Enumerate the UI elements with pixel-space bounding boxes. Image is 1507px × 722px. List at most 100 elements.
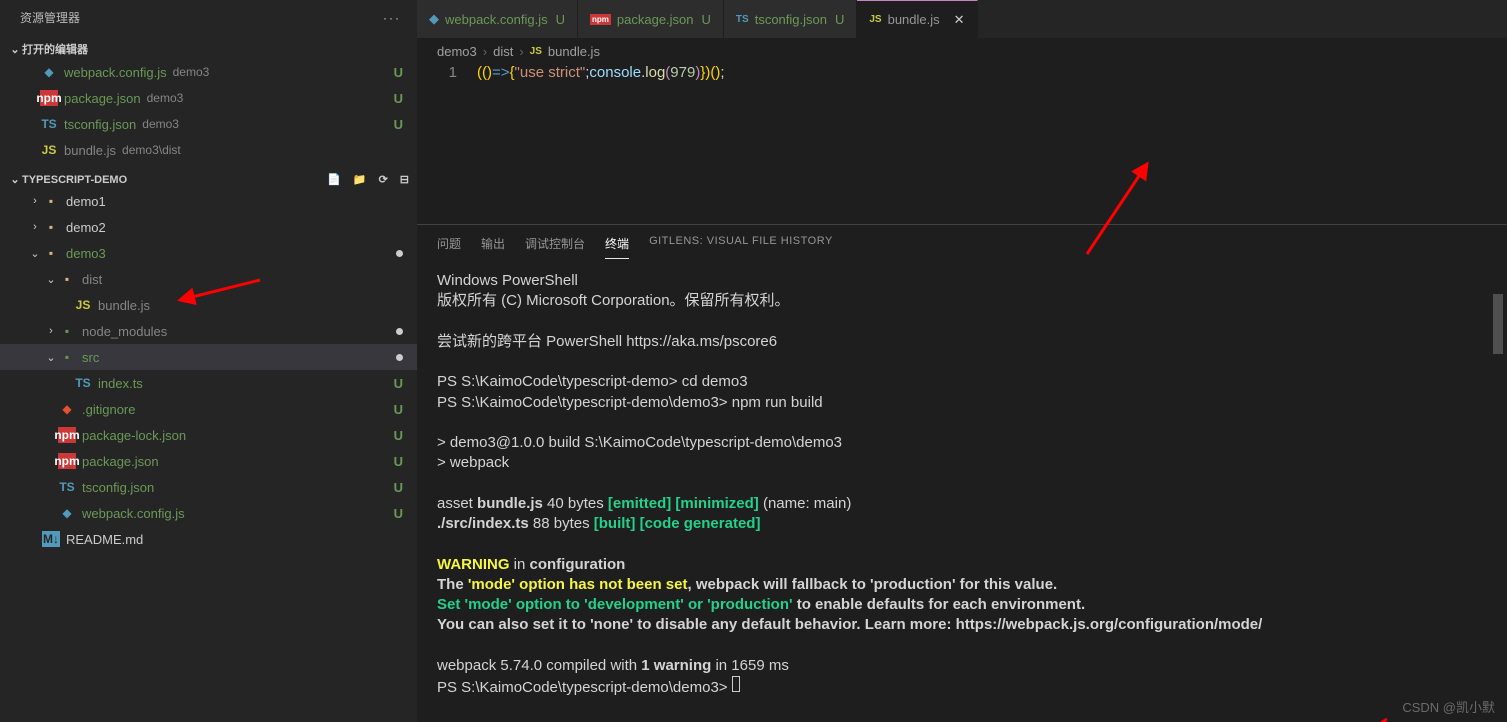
- code-content: (()=>{"use strict";console.log(979)})();: [477, 64, 725, 224]
- terminal-line: ./src/index.ts 88 bytes [built] [code ge…: [437, 514, 1487, 534]
- open-editor-item[interactable]: ◆ webpack.config.js demo3 U: [0, 59, 417, 85]
- terminal-line: Windows PowerShell: [437, 271, 1487, 291]
- modified-dot: [396, 354, 403, 361]
- open-editors-label: 打开的编辑器: [22, 41, 88, 57]
- tree-item[interactable]: ◆ webpack.config.js U: [0, 500, 417, 526]
- file-name: tsconfig.json: [82, 480, 154, 495]
- folder-icon: ▪: [42, 194, 60, 208]
- new-file-icon[interactable]: 📄: [327, 173, 341, 186]
- git-status-badge: U: [394, 454, 403, 469]
- js-icon: JS: [40, 143, 58, 157]
- tree-item[interactable]: M↓ README.md: [0, 526, 417, 552]
- panel-tab[interactable]: 调试控制台: [525, 235, 585, 259]
- git-icon: ◆: [58, 402, 76, 416]
- breadcrumb-item[interactable]: bundle.js: [548, 44, 600, 59]
- file-name: src: [82, 350, 99, 365]
- terminal-line: WARNING in configuration: [437, 555, 1487, 575]
- tree-item[interactable]: › ▪ node_modules: [0, 318, 417, 344]
- tree-item[interactable]: TS index.ts U: [0, 370, 417, 396]
- terminal-line: The 'mode' option has not been set, webp…: [437, 575, 1487, 595]
- tree-item[interactable]: › ▪ demo1: [0, 188, 417, 214]
- editor-tab[interactable]: JS bundle.js ✕: [857, 0, 977, 38]
- tab-label: webpack.config.js: [445, 12, 548, 27]
- tree-item[interactable]: › ▪ demo2: [0, 214, 417, 240]
- chevron-icon: ⌄: [44, 351, 58, 364]
- ts-icon: TS: [736, 14, 749, 25]
- tab-label: bundle.js: [888, 12, 940, 27]
- refresh-icon[interactable]: ⟳: [379, 173, 388, 186]
- panel-tab-gitlens[interactable]: GITLENS: VISUAL FILE HISTORY: [649, 235, 833, 259]
- js-icon: JS: [530, 46, 542, 57]
- panel-tab[interactable]: 问题: [437, 235, 461, 259]
- folder-green-icon: ▪: [58, 350, 76, 364]
- panel-tab[interactable]: 输出: [481, 235, 505, 259]
- more-icon[interactable]: ···: [383, 11, 401, 25]
- editor-tab[interactable]: npm package.json U: [578, 0, 724, 38]
- file-name: webpack.config.js: [64, 65, 167, 80]
- bottom-panel: 问题输出调试控制台终端GITLENS: VISUAL FILE HISTORY …: [417, 224, 1507, 722]
- file-name: .gitignore: [82, 402, 135, 417]
- close-icon[interactable]: ✕: [954, 12, 965, 28]
- breadcrumb[interactable]: demo3 › dist › JS bundle.js: [417, 38, 1507, 64]
- new-folder-icon[interactable]: 📁: [353, 173, 367, 186]
- chevron-down-icon: ⌄: [8, 173, 22, 186]
- panel-tab[interactable]: 终端: [605, 235, 629, 259]
- folder-open-icon: ▪: [42, 246, 60, 260]
- breadcrumb-item[interactable]: dist: [493, 44, 513, 59]
- tree-item[interactable]: ⌄ ▪ demo3: [0, 240, 417, 266]
- file-path: demo3\dist: [122, 143, 181, 157]
- chevron-icon: ›: [44, 325, 58, 337]
- terminal-line: asset bundle.js 40 bytes [emitted] [mini…: [437, 494, 1487, 514]
- npm-icon: npm: [590, 14, 611, 25]
- git-status-badge: U: [394, 376, 403, 391]
- terminal-cursor: [732, 676, 740, 692]
- file-name: package.json: [82, 454, 159, 469]
- tree-item[interactable]: npm package-lock.json U: [0, 422, 417, 448]
- open-editor-item[interactable]: ✕ JS bundle.js demo3\dist: [0, 137, 417, 163]
- file-name: demo2: [66, 220, 106, 235]
- breadcrumb-item[interactable]: demo3: [437, 44, 477, 59]
- open-editors-header[interactable]: ⌄ 打开的编辑器: [0, 39, 417, 59]
- git-status-badge: U: [394, 91, 403, 106]
- open-editor-item[interactable]: TS tsconfig.json demo3 U: [0, 111, 417, 137]
- sidebar-title: 资源管理器: [20, 9, 80, 26]
- git-status-badge: U: [394, 117, 403, 132]
- terminal[interactable]: Windows PowerShell 版权所有 (C) Microsoft Co…: [417, 259, 1507, 722]
- file-name: package-lock.json: [82, 428, 186, 443]
- editor-tab[interactable]: ◆ webpack.config.js U: [417, 0, 578, 38]
- chevron-icon: ›: [28, 221, 42, 233]
- terminal-line: 版权所有 (C) Microsoft Corporation。保留所有权利。: [437, 291, 1487, 311]
- annotation-arrow: [1317, 709, 1397, 722]
- sidebar-header: 资源管理器 ···: [0, 0, 417, 35]
- tree-item[interactable]: ◆ .gitignore U: [0, 396, 417, 422]
- tree-item[interactable]: ⌄ ▪ dist: [0, 266, 417, 292]
- collapse-icon[interactable]: ⊟: [400, 173, 409, 186]
- file-name: tsconfig.json: [64, 117, 136, 132]
- chevron-down-icon: ⌄: [8, 43, 22, 56]
- file-path: demo3: [142, 117, 179, 131]
- npm-icon: npm: [58, 427, 76, 443]
- git-status-badge: U: [394, 480, 403, 495]
- project-actions: 📄 📁 ⟳ ⊟: [327, 173, 409, 186]
- file-name: package.json: [64, 91, 141, 106]
- tree-item[interactable]: JS bundle.js: [0, 292, 417, 318]
- watermark: CSDN @凯小默: [1402, 697, 1495, 716]
- open-editor-item[interactable]: npm package.json demo3 U: [0, 85, 417, 111]
- git-status-badge: U: [702, 12, 711, 27]
- tree-item[interactable]: ⌄ ▪ src: [0, 344, 417, 370]
- git-status-badge: U: [394, 402, 403, 417]
- scrollbar-thumb[interactable]: [1493, 294, 1503, 354]
- project-header[interactable]: ⌄ TYPESCRIPT-DEMO 📄 📁 ⟳ ⊟: [0, 171, 417, 188]
- file-name: bundle.js: [98, 298, 150, 313]
- project-name: TYPESCRIPT-DEMO: [22, 174, 127, 186]
- file-path: demo3: [147, 91, 184, 105]
- tree-item[interactable]: TS tsconfig.json U: [0, 474, 417, 500]
- webpack-icon: ◆: [429, 11, 439, 27]
- file-name: README.md: [66, 532, 143, 547]
- editor-tab[interactable]: TS tsconfig.json U: [724, 0, 857, 38]
- folder-green-icon: ▪: [58, 324, 76, 338]
- md-icon: M↓: [42, 531, 60, 547]
- js-icon: JS: [74, 298, 92, 312]
- code-editor[interactable]: 1 (()=>{"use strict";console.log(979)})(…: [417, 64, 1507, 224]
- tree-item[interactable]: npm package.json U: [0, 448, 417, 474]
